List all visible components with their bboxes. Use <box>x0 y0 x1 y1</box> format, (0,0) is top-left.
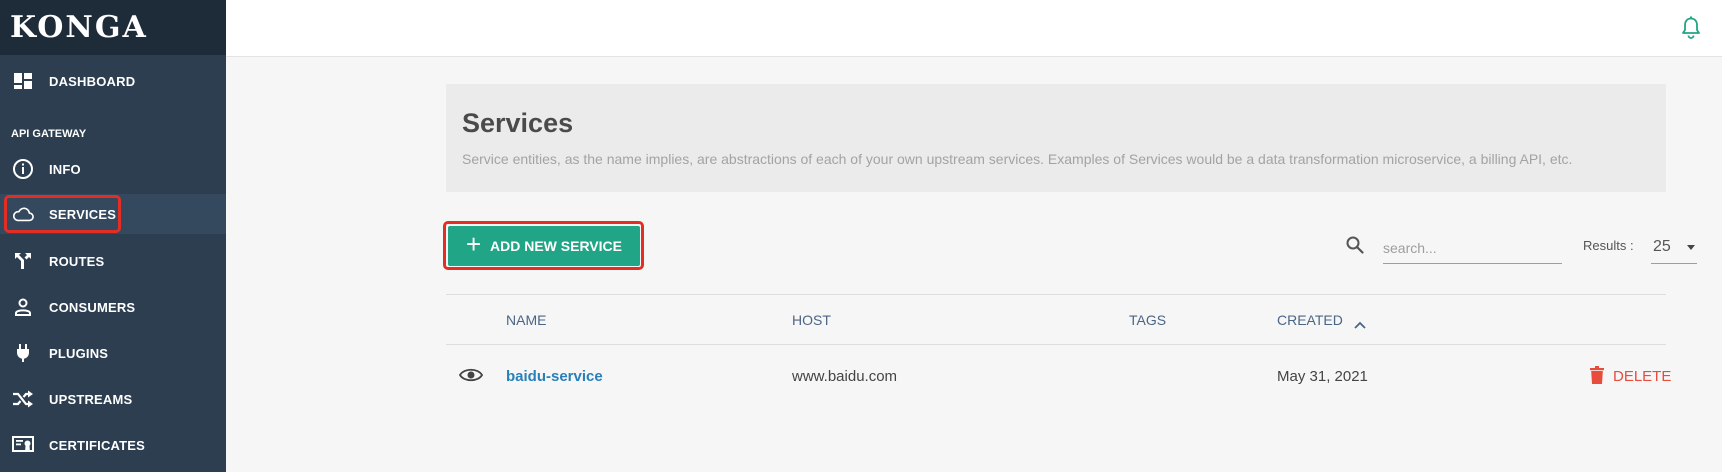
sidebar-item-dashboard[interactable]: DASHBOARD <box>0 61 226 101</box>
bell-icon[interactable] <box>1680 16 1702 40</box>
services-highlight-box <box>4 195 121 233</box>
table-top-divider <box>446 294 1666 295</box>
info-icon <box>12 159 34 179</box>
user-icon <box>12 297 34 317</box>
shuffle-icon <box>12 389 34 409</box>
sidebar-item-label: INFO <box>49 162 81 177</box>
eye-icon[interactable] <box>458 367 484 383</box>
sidebar-item-label: DASHBOARD <box>49 74 136 89</box>
search-icon[interactable] <box>1346 236 1364 254</box>
page-header: Services Service entities, as the name i… <box>446 84 1666 192</box>
sidebar-item-plugins[interactable]: PLUGINS <box>0 333 226 373</box>
delete-button[interactable]: DELETE <box>1613 368 1671 385</box>
column-header-tags[interactable]: TAGS <box>1129 312 1166 328</box>
routes-icon <box>12 251 34 271</box>
sidebar-item-label: CONSUMERS <box>49 300 136 315</box>
page-title: Services <box>462 108 574 138</box>
service-created: May 31, 2021 <box>1277 368 1368 385</box>
sidebar-item-info[interactable]: INFO <box>0 149 226 189</box>
column-header-host[interactable]: HOST <box>792 312 831 328</box>
sidebar-item-upstreams[interactable]: UPSTREAMS <box>0 379 226 419</box>
top-bar <box>226 0 1722 57</box>
sidebar-item-label: UPSTREAMS <box>49 392 133 407</box>
brand-name: KONGA <box>10 10 148 45</box>
sidebar-item-label: CERTIFICATES <box>49 438 146 453</box>
sidebar: KONGA DASHBOARD API GATEWAY INFO SERVICE… <box>0 0 226 472</box>
caret-down-icon <box>1687 245 1695 250</box>
sidebar-item-consumers[interactable]: CONSUMERS <box>0 287 226 327</box>
plug-icon <box>12 343 34 363</box>
sidebar-item-label: PLUGINS <box>49 346 109 361</box>
sidebar-item-label: ROUTES <box>49 254 105 269</box>
trash-icon[interactable] <box>1590 366 1604 384</box>
service-host: www.baidu.com <box>792 368 898 385</box>
dashboard-icon <box>12 71 34 91</box>
certificate-icon <box>12 435 34 455</box>
results-per-page-select[interactable]: 25 <box>1651 232 1697 264</box>
brand-logo[interactable]: KONGA <box>0 0 226 55</box>
search-input[interactable] <box>1383 232 1562 264</box>
add-button-highlight-box <box>443 221 644 270</box>
page-description: Service entities, as the name implies, a… <box>462 151 1573 167</box>
sort-ascending-icon[interactable] <box>1354 316 1366 329</box>
column-header-name[interactable]: NAME <box>506 312 546 328</box>
results-label: Results : <box>1583 238 1634 253</box>
column-header-created[interactable]: CREATED <box>1277 312 1343 328</box>
sidebar-item-routes[interactable]: ROUTES <box>0 241 226 281</box>
results-value: 25 <box>1653 238 1671 255</box>
section-title-api-gateway: API GATEWAY <box>11 128 87 140</box>
sidebar-item-certificates[interactable]: CERTIFICATES <box>0 425 226 465</box>
table-header-divider <box>446 344 1666 345</box>
service-name-link[interactable]: baidu-service <box>506 368 603 385</box>
